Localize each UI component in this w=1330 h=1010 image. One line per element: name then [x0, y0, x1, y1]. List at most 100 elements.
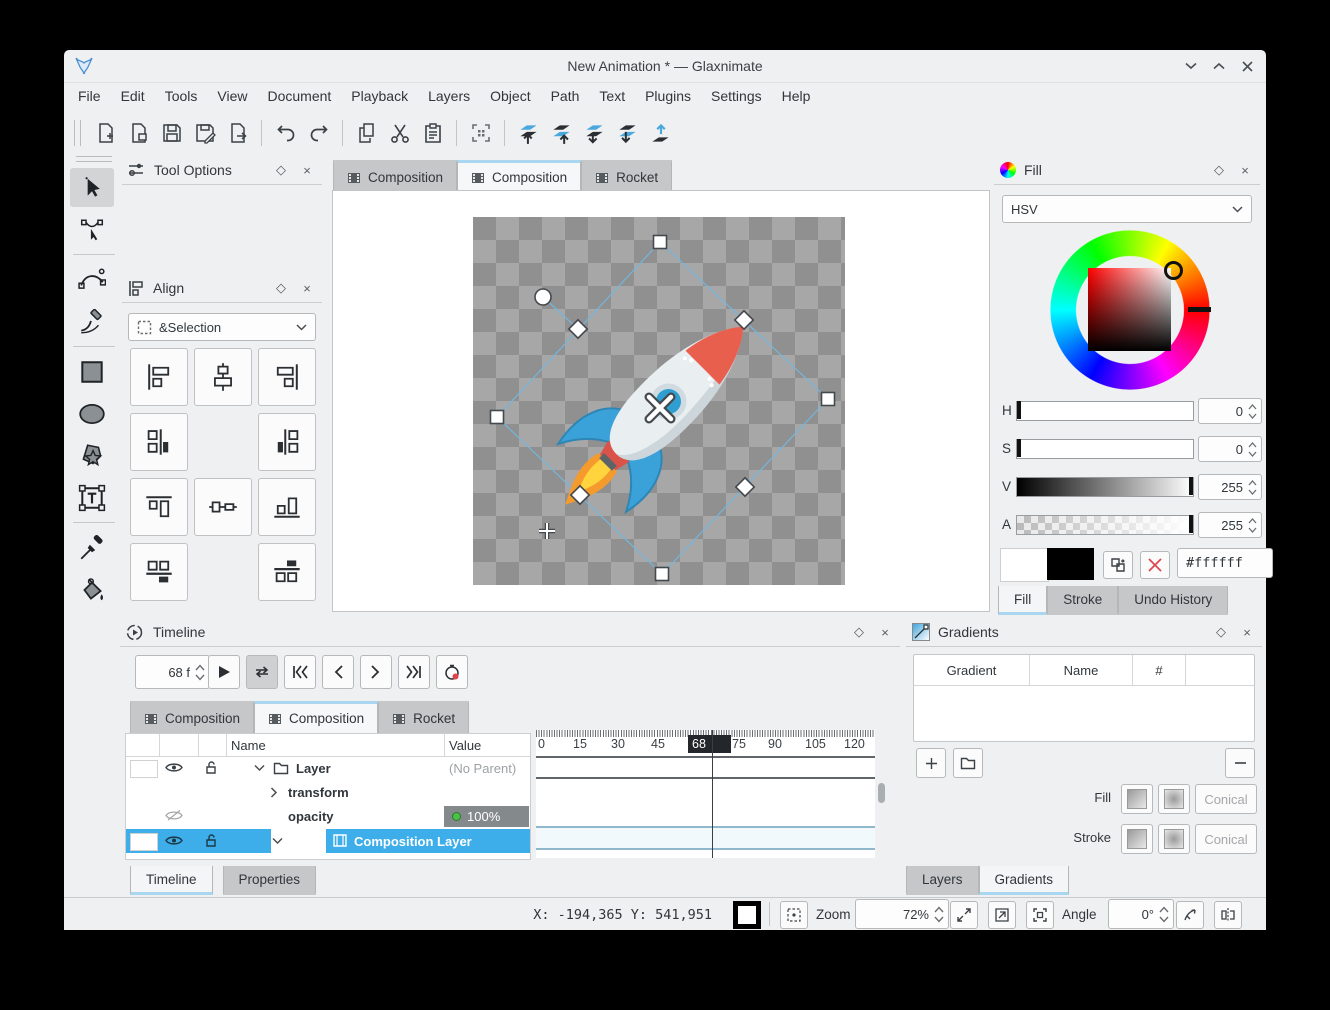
minimize-button[interactable] [1182, 57, 1200, 75]
canvas-viewport[interactable] [332, 190, 990, 612]
fill-radial-gradient-button[interactable] [1158, 784, 1190, 814]
menu-object[interactable]: Object [480, 84, 540, 108]
gradient-column-header[interactable]: Gradient [914, 663, 1029, 678]
loop-button[interactable] [246, 655, 278, 689]
float-panel-button[interactable]: ◇ [850, 623, 868, 641]
menu-plugins[interactable]: Plugins [635, 84, 701, 108]
layer-color-swatch[interactable] [130, 833, 158, 851]
current-color-swatch[interactable] [1000, 548, 1049, 582]
value-spinbox[interactable]: 255 [1198, 474, 1262, 500]
angle-spinbox[interactable]: 0° [1108, 899, 1174, 929]
ellipse-tool[interactable] [70, 394, 114, 433]
playhead[interactable] [712, 730, 713, 858]
statusbar-color-swatch[interactable] [733, 901, 761, 929]
tab-fill[interactable]: Fill [998, 586, 1047, 615]
timeline-tab-rocket[interactable]: Rocket [378, 701, 469, 733]
swap-colors-button[interactable] [1103, 551, 1133, 579]
fit-view-button[interactable] [988, 901, 1016, 929]
color-picker-tool[interactable] [70, 528, 114, 567]
cut-button[interactable] [383, 117, 416, 150]
scale-handle[interactable] [656, 568, 669, 581]
timeline-tab-composition-2[interactable]: Composition [254, 701, 378, 733]
menu-view[interactable]: View [207, 84, 257, 108]
float-panel-button[interactable]: ◇ [1210, 161, 1228, 179]
canvas-tab-composition-1[interactable]: Composition [333, 160, 457, 192]
menu-playback[interactable]: Playback [341, 84, 418, 108]
align-top-outside-button[interactable] [258, 543, 316, 601]
expand-chevron-icon[interactable] [272, 837, 283, 845]
unlock-icon[interactable] [204, 760, 218, 775]
close-panel-button[interactable]: × [1238, 623, 1256, 641]
titlebar[interactable]: New Animation * — Glaxnimate [64, 50, 1266, 83]
value-column-header[interactable]: Value [449, 738, 481, 753]
rectangle-tool[interactable] [70, 352, 114, 391]
add-gradient-button[interactable] [916, 748, 946, 778]
star-tool[interactable] [70, 436, 114, 475]
close-panel-button[interactable]: × [298, 161, 316, 179]
sv-marker[interactable] [1164, 261, 1183, 280]
opacity-value-chip[interactable]: 100% [444, 806, 529, 827]
secondary-color-swatch[interactable] [1047, 548, 1094, 580]
alpha-spinbox[interactable]: 255 [1198, 512, 1262, 538]
fill-tool[interactable] [70, 570, 114, 609]
align-vcenter-button[interactable] [194, 478, 252, 536]
tab-undo-history[interactable]: Undo History [1118, 586, 1228, 615]
copy-button[interactable] [350, 117, 383, 150]
opacity-row[interactable]: opacity 100% [126, 805, 530, 828]
align-left-button[interactable] [130, 348, 188, 406]
unlock-icon[interactable] [204, 833, 218, 848]
color-model-select[interactable]: HSV [1002, 195, 1252, 223]
visible-icon[interactable] [165, 834, 183, 847]
menu-settings[interactable]: Settings [701, 84, 772, 108]
canvas-tab-rocket[interactable]: Rocket [581, 160, 672, 192]
text-tool[interactable] [70, 478, 114, 517]
next-frame-button[interactable] [360, 655, 392, 689]
composition-layer-name[interactable]: Composition Layer [354, 834, 472, 849]
rotation-handle[interactable] [535, 289, 551, 305]
reset-rotation-button[interactable] [1176, 901, 1204, 929]
go-to-start-button[interactable] [284, 655, 316, 689]
export-button[interactable] [221, 117, 254, 150]
align-left-outside-button[interactable] [130, 413, 188, 471]
presets-folder-button[interactable] [953, 748, 983, 778]
reset-view-button[interactable] [1026, 901, 1054, 929]
zoom-in-area-button[interactable] [950, 901, 978, 929]
redo-button[interactable] [302, 117, 335, 150]
current-frame-indicator[interactable]: 68 [688, 735, 731, 753]
fill-conical-button[interactable]: Conical [1195, 784, 1257, 814]
close-panel-button[interactable]: × [1236, 161, 1254, 179]
align-bottom-button[interactable] [258, 478, 316, 536]
transform-name[interactable]: transform [288, 785, 349, 800]
select-tool[interactable] [70, 168, 114, 207]
new-file-button[interactable] [89, 117, 122, 150]
draw-freehand-tool[interactable] [70, 302, 114, 341]
scale-handle[interactable] [822, 393, 835, 406]
go-to-end-button[interactable] [398, 655, 430, 689]
composition-layer-track-bar[interactable] [536, 826, 875, 850]
edit-nodes-tool[interactable] [70, 210, 114, 249]
play-button[interactable] [208, 655, 240, 689]
collapsed-chevron-icon[interactable] [270, 787, 278, 798]
close-button[interactable] [1238, 57, 1256, 75]
name-column-header[interactable]: Name [231, 738, 266, 753]
saturation-spinbox[interactable]: 0 [1198, 436, 1262, 462]
saturation-value-square[interactable] [1088, 268, 1171, 351]
toolbar-drag-handle[interactable] [74, 120, 81, 146]
lower-to-bottom-button[interactable] [611, 117, 644, 150]
menu-help[interactable]: Help [772, 84, 821, 108]
tab-layers[interactable]: Layers [906, 866, 979, 895]
hue-spinbox[interactable]: 0 [1198, 398, 1262, 424]
undo-button[interactable] [269, 117, 302, 150]
lower-button[interactable] [578, 117, 611, 150]
float-panel-button[interactable]: ◇ [1212, 623, 1230, 641]
tab-gradients[interactable]: Gradients [979, 866, 1070, 895]
count-column-header[interactable]: # [1133, 663, 1185, 678]
bezier-tool[interactable] [70, 260, 114, 299]
hue-marker[interactable] [1188, 307, 1211, 312]
tools-drag-handle[interactable] [76, 156, 112, 162]
hex-color-input[interactable]: #ffffff [1177, 548, 1273, 578]
zoom-spinbox[interactable]: 72% [855, 899, 949, 929]
raise-button[interactable] [545, 117, 578, 150]
move-to-top-button[interactable] [644, 117, 677, 150]
scale-handle[interactable] [654, 236, 667, 249]
